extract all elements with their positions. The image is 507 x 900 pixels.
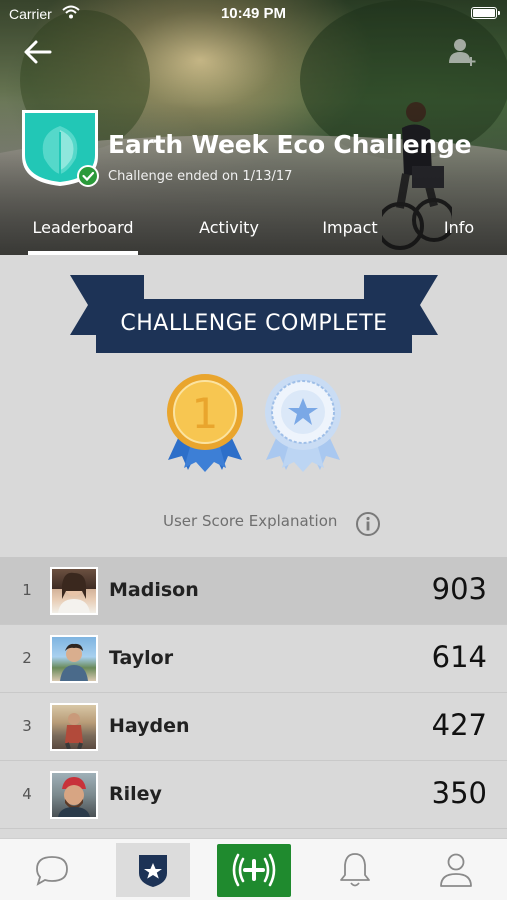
user-name: Hayden bbox=[109, 715, 190, 737]
user-score: 903 bbox=[431, 572, 487, 606]
user-score-explanation-link[interactable]: User Score Explanation bbox=[163, 512, 337, 530]
tab-leaderboard[interactable]: Leaderboard bbox=[28, 218, 138, 237]
avatar bbox=[50, 635, 98, 683]
challenge-leaf-logo bbox=[22, 110, 99, 187]
user-name: Taylor bbox=[109, 647, 174, 669]
user-name: Riley bbox=[109, 783, 162, 805]
svg-text:1: 1 bbox=[192, 389, 219, 438]
leaderboard-row[interactable]: 3 Hayden 427 bbox=[0, 693, 507, 761]
tab-info[interactable]: Info bbox=[436, 218, 482, 237]
status-bar: Carrier 10:49 PM bbox=[0, 0, 507, 28]
avatar bbox=[50, 771, 98, 819]
rank-number: 4 bbox=[22, 785, 32, 803]
tab-activity[interactable]: Activity bbox=[190, 218, 268, 237]
user-score: 350 bbox=[431, 776, 487, 810]
bell-icon[interactable] bbox=[333, 839, 377, 900]
leaderboard-row[interactable]: 4 Riley 350 bbox=[0, 761, 507, 829]
log-action-icon[interactable] bbox=[226, 839, 282, 900]
rank-number: 1 bbox=[22, 581, 32, 599]
challenge-complete-label: CHALLENGE COMPLETE bbox=[120, 311, 388, 336]
avatar bbox=[50, 703, 98, 751]
add-user-icon[interactable] bbox=[447, 37, 479, 67]
user-name: Madison bbox=[109, 579, 199, 601]
rank-number: 3 bbox=[22, 717, 32, 735]
leaderboard-row[interactable]: 1 Madison 903 bbox=[0, 557, 507, 625]
chat-icon[interactable] bbox=[30, 839, 74, 900]
leaderboard-row[interactable]: 2 Taylor 614 bbox=[0, 625, 507, 693]
bottom-tab-bar bbox=[0, 838, 507, 900]
challenge-title: Earth Week Eco Challenge bbox=[108, 130, 472, 159]
rank-number: 2 bbox=[22, 649, 32, 667]
badge-icon[interactable] bbox=[131, 839, 175, 900]
challenge-end-date: Challenge ended on 1/13/17 bbox=[108, 169, 293, 184]
tab-impact[interactable]: Impact bbox=[316, 218, 384, 237]
first-place-medal-icon: 1 bbox=[167, 374, 243, 472]
user-score: 427 bbox=[431, 708, 487, 742]
info-icon[interactable] bbox=[355, 511, 381, 537]
challenge-tabs: Leaderboard Activity Impact Info bbox=[0, 210, 507, 255]
star-medal-icon bbox=[265, 374, 341, 472]
profile-icon[interactable] bbox=[434, 839, 478, 900]
battery-icon bbox=[471, 7, 500, 19]
avatar bbox=[50, 567, 98, 615]
active-tab-indicator bbox=[28, 251, 138, 255]
clock: 10:49 PM bbox=[220, 5, 287, 22]
user-score: 614 bbox=[431, 640, 487, 674]
back-arrow-icon[interactable] bbox=[22, 38, 54, 66]
